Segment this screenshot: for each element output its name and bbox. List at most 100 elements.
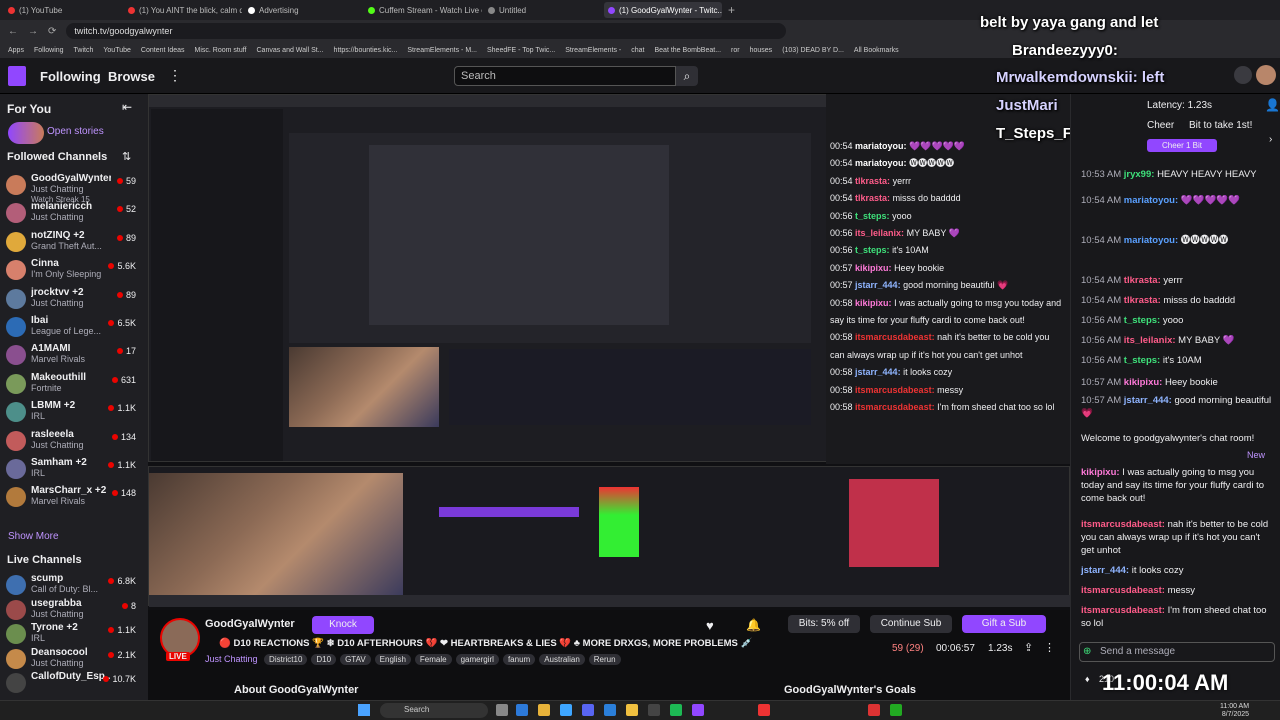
file-explorer-icon[interactable] bbox=[626, 704, 638, 716]
chat-username[interactable]: kikipixu: bbox=[1124, 377, 1163, 388]
twitch-taskbar-icon[interactable] bbox=[692, 704, 704, 716]
sidebar-channel-3[interactable]: Tyrone +2 IRL 1.1K bbox=[6, 622, 142, 644]
sidebar-channel-4[interactable]: Cinna I'm Only Sleeping 5.6K bbox=[6, 258, 142, 281]
tag[interactable]: D10 bbox=[311, 654, 337, 665]
sidebar-channel-5[interactable]: CallofDuty_Esp... 10.7K bbox=[6, 671, 142, 693]
forward-icon[interactable]: → bbox=[28, 26, 38, 37]
edge-icon[interactable] bbox=[560, 704, 572, 716]
users-icon[interactable]: 👤 bbox=[1265, 98, 1280, 112]
browser-tab[interactable]: (1) You AINT the blick, calm do... bbox=[124, 2, 242, 18]
new-tab-button[interactable]: + bbox=[728, 3, 735, 17]
chat-username[interactable]: t_steps: bbox=[1124, 315, 1160, 326]
share-icon[interactable]: ⇪ bbox=[1024, 641, 1033, 654]
nav-following[interactable]: Following bbox=[40, 69, 101, 84]
address-bar[interactable]: twitch.tv/goodgyalwynter bbox=[66, 23, 787, 39]
discord-icon[interactable] bbox=[582, 704, 594, 716]
heart-icon[interactable]: ♥ bbox=[706, 618, 714, 633]
sidebar-channel-6[interactable]: Ibai League of Lege... 6.5K bbox=[6, 315, 142, 337]
reload-icon[interactable]: ⟳ bbox=[48, 26, 56, 37]
bell-icon[interactable]: 🔔 bbox=[746, 618, 761, 632]
task-view-icon[interactable] bbox=[496, 704, 508, 716]
sidebar-channel-5[interactable]: jrocktvv +2 Just Chatting 89 bbox=[6, 287, 142, 309]
more-options-icon[interactable]: ⋮ bbox=[1044, 641, 1055, 654]
tag[interactable]: English bbox=[374, 654, 411, 665]
chat-username[interactable]: tlkrasta: bbox=[1124, 295, 1161, 306]
tag[interactable]: District10 bbox=[264, 654, 308, 665]
bookmark[interactable]: YouTube bbox=[103, 47, 131, 54]
game-link[interactable]: Just Chatting bbox=[205, 654, 258, 664]
search-icon[interactable]: ⌕ bbox=[676, 66, 698, 86]
app-icon[interactable] bbox=[868, 704, 880, 716]
app-icon[interactable] bbox=[670, 704, 682, 716]
collapse-sidebar-icon[interactable]: ⇤ bbox=[122, 100, 132, 114]
sidebar-channel-3[interactable]: notZINQ +2 Grand Theft Aut... 89 bbox=[6, 230, 142, 252]
chevron-right-icon[interactable]: › bbox=[1269, 134, 1272, 145]
bookmark[interactable]: https://bounties.kic... bbox=[334, 47, 398, 54]
windows-start-icon[interactable] bbox=[358, 704, 370, 716]
open-stories-link[interactable]: Open stories bbox=[47, 126, 104, 137]
sidebar-channel-12[interactable]: MarsCharr_x +2 Marvel Rivals 148 bbox=[6, 485, 142, 508]
bookmark[interactable]: chat bbox=[631, 47, 644, 54]
bookmark[interactable]: Content Ideas bbox=[141, 47, 185, 54]
sidebar-channel-7[interactable]: A1MAMI Marvel Rivals 17 bbox=[6, 343, 142, 366]
bookmark[interactable]: (103) DEAD BY D... bbox=[782, 47, 844, 54]
chat-username[interactable]: mariatoyou: bbox=[1124, 195, 1178, 206]
channel-name[interactable]: GoodGyalWynter bbox=[205, 618, 295, 630]
tag[interactable]: fanum bbox=[502, 654, 536, 665]
browser-tab[interactable]: Advertising bbox=[244, 2, 362, 18]
sidebar-channel-1[interactable]: scump Call of Duty: Bl... 6.8K bbox=[6, 573, 142, 595]
bookmark[interactable]: Canvas and Wall St... bbox=[257, 47, 324, 54]
bookmark[interactable]: Misc. Room stuff bbox=[195, 47, 247, 54]
stories-avatars[interactable] bbox=[8, 122, 44, 144]
sidebar-channel-11[interactable]: Samham +2 IRL 1.1K bbox=[6, 457, 142, 479]
sidebar-channel-1[interactable]: GoodGyalWynter Just Chatting 59 Watch Strea… bbox=[6, 173, 142, 204]
bookmark[interactable]: Apps bbox=[8, 47, 24, 54]
bookmark[interactable]: Beat the BombBeat... bbox=[655, 47, 722, 54]
knock-button[interactable]: Knock bbox=[312, 616, 374, 634]
sidebar-channel-2[interactable]: melaniericch Just Chatting 52 bbox=[6, 201, 142, 224]
sort-icon[interactable]: ⇅ bbox=[122, 150, 131, 163]
sidebar-channel-10[interactable]: rasleeela Just Chatting 134 bbox=[6, 429, 142, 451]
app-icon[interactable] bbox=[516, 704, 528, 716]
sidebar-channel-4[interactable]: Deansocool Just Chatting 2.1K bbox=[6, 647, 142, 669]
tag[interactable]: Female bbox=[414, 654, 452, 665]
chat-username[interactable]: jstarr_444: bbox=[1124, 395, 1172, 406]
cheer-button[interactable]: Cheer 1 Bit bbox=[1147, 139, 1217, 152]
channel-points-icon[interactable]: ⊕ bbox=[1083, 646, 1091, 657]
bookmark[interactable]: All Bookmarks bbox=[854, 47, 899, 54]
twitch-logo-icon[interactable] bbox=[8, 66, 26, 86]
sidebar-channel-9[interactable]: LBMM +2 IRL 1.1K bbox=[6, 400, 142, 423]
bookmark[interactable]: Following bbox=[34, 47, 64, 54]
bits-icon[interactable]: ♦ bbox=[1085, 674, 1090, 684]
tag[interactable]: Australian bbox=[539, 654, 585, 665]
bookmark[interactable]: SheedFE - Top Twic... bbox=[487, 47, 555, 54]
chat-username[interactable]: kikipixu: bbox=[1081, 467, 1120, 478]
continue-sub-button[interactable]: Continue Sub bbox=[870, 615, 952, 633]
chat-username[interactable]: jryx99: bbox=[1124, 169, 1155, 180]
user-avatar[interactable] bbox=[1256, 65, 1276, 85]
more-menu-icon[interactable]: ⋮ bbox=[168, 67, 182, 84]
app-icon[interactable] bbox=[890, 704, 902, 716]
bookmark[interactable]: StreamElements - M... bbox=[407, 47, 477, 54]
chat-username[interactable]: its_leilanix: bbox=[1124, 335, 1176, 346]
chat-username[interactable]: tlkrasta: bbox=[1124, 275, 1161, 286]
chrome-icon[interactable] bbox=[538, 704, 550, 716]
chat-username[interactable]: jstarr_444: bbox=[1081, 565, 1129, 576]
app-icon[interactable] bbox=[648, 704, 660, 716]
show-more-link[interactable]: Show More bbox=[8, 531, 59, 542]
taskbar-search[interactable]: Search bbox=[380, 703, 488, 718]
chat-username[interactable]: itsmarcusdabeast: bbox=[1081, 585, 1165, 596]
chat-input[interactable]: Send a message bbox=[1079, 642, 1275, 662]
bookmark[interactable]: StreamElements - bbox=[565, 47, 621, 54]
app-icon[interactable] bbox=[758, 704, 770, 716]
tag[interactable]: Rerun bbox=[588, 654, 621, 665]
bookmark[interactable]: ror bbox=[731, 47, 740, 54]
nav-browse[interactable]: Browse bbox=[108, 69, 155, 84]
bits-button[interactable]: Bits: 5% off bbox=[788, 615, 860, 633]
sidebar-channel-2[interactable]: usegrabba Just Chatting 8 bbox=[6, 598, 142, 620]
bookmark[interactable]: Twitch bbox=[74, 47, 94, 54]
tag[interactable]: gamergirl bbox=[455, 654, 499, 665]
back-icon[interactable]: ← bbox=[8, 26, 18, 37]
notifications-icon[interactable] bbox=[1234, 66, 1252, 84]
chat-username[interactable]: itsmarcusdabeast: bbox=[1081, 519, 1165, 530]
